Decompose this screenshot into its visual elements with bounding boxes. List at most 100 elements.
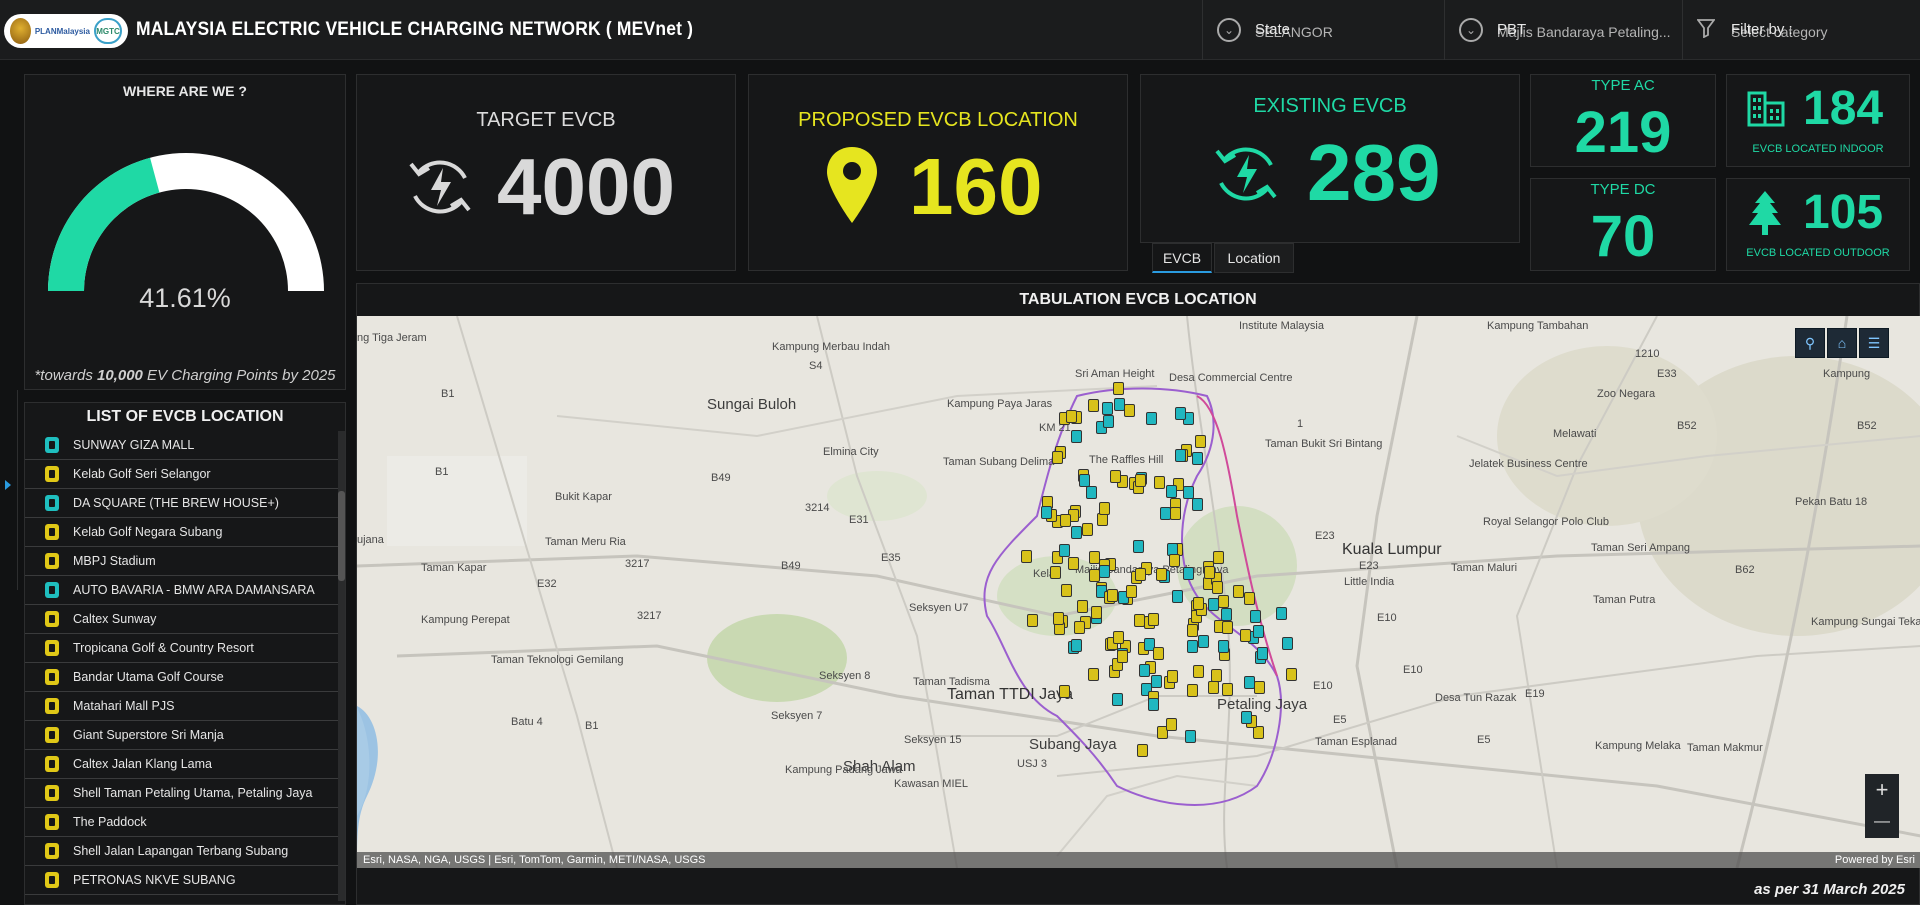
dc-charger-marker[interactable]: [1175, 407, 1186, 420]
ac-charger-marker[interactable]: [1170, 507, 1181, 520]
map-home-button[interactable]: ⌂: [1827, 328, 1857, 358]
dc-charger-marker[interactable]: [1071, 526, 1082, 539]
list-item[interactable]: SUNWAY GIZA MALL: [25, 431, 340, 460]
dc-charger-marker[interactable]: [1172, 590, 1183, 603]
ac-charger-marker[interactable]: [1082, 523, 1093, 536]
ac-charger-marker[interactable]: [1088, 399, 1099, 412]
ac-charger-marker[interactable]: [1233, 585, 1244, 598]
dc-charger-marker[interactable]: [1071, 430, 1082, 443]
ac-charger-marker[interactable]: [1060, 514, 1071, 527]
list-scrollbar[interactable]: [338, 431, 345, 901]
list-item[interactable]: Giant Superstore Sri Manja: [25, 721, 340, 750]
ac-charger-marker[interactable]: [1052, 451, 1063, 464]
ac-charger-marker[interactable]: [1244, 592, 1255, 605]
ac-charger-marker[interactable]: [1222, 683, 1233, 696]
dc-charger-marker[interactable]: [1253, 625, 1264, 638]
ac-charger-marker[interactable]: [1099, 502, 1110, 515]
ac-charger-marker[interactable]: [1208, 681, 1219, 694]
ac-charger-marker[interactable]: [1027, 614, 1038, 627]
ac-charger-marker[interactable]: [1126, 585, 1137, 598]
ac-charger-marker[interactable]: [1021, 550, 1032, 563]
dc-charger-marker[interactable]: [1041, 506, 1052, 519]
dc-charger-marker[interactable]: [1086, 486, 1097, 499]
dc-charger-marker[interactable]: [1198, 635, 1209, 648]
scrollbar-thumb[interactable]: [338, 491, 345, 581]
dc-charger-marker[interactable]: [1079, 474, 1090, 487]
ac-charger-marker[interactable]: [1187, 624, 1198, 637]
pbt-filter[interactable]: ⌄ PBT Majlis Bandaraya Petaling...: [1444, 0, 1682, 60]
ac-charger-marker[interactable]: [1204, 566, 1215, 579]
ac-charger-marker[interactable]: [1074, 621, 1085, 634]
ac-charger-marker[interactable]: [1088, 668, 1099, 681]
ac-charger-marker[interactable]: [1113, 631, 1124, 644]
dc-charger-marker[interactable]: [1099, 565, 1110, 578]
dc-charger-marker[interactable]: [1250, 610, 1261, 623]
dc-charger-marker[interactable]: [1133, 540, 1144, 553]
dc-charger-marker[interactable]: [1151, 675, 1162, 688]
ac-charger-marker[interactable]: [1166, 718, 1177, 731]
dc-charger-marker[interactable]: [1187, 640, 1198, 653]
ac-charger-marker[interactable]: [1193, 597, 1204, 610]
ac-charger-marker[interactable]: [1213, 551, 1224, 564]
dc-charger-marker[interactable]: [1218, 640, 1229, 653]
ac-charger-marker[interactable]: [1113, 382, 1124, 395]
ac-charger-marker[interactable]: [1218, 595, 1229, 608]
ac-charger-marker[interactable]: [1110, 470, 1121, 483]
zoom-in-button[interactable]: +: [1865, 774, 1899, 806]
list-item[interactable]: DA SQUARE (THE BREW HOUSE+): [25, 489, 340, 518]
ac-charger-marker[interactable]: [1059, 685, 1070, 698]
ac-charger-marker[interactable]: [1068, 557, 1079, 570]
list-item[interactable]: Kelab Golf Negara Subang: [25, 518, 340, 547]
ac-charger-marker[interactable]: [1169, 554, 1180, 567]
ac-charger-marker[interactable]: [1148, 613, 1159, 626]
evcb-map[interactable]: Sungai Buloh Kuala Lumpur Taman TTDI Jaya S…: [357, 316, 1920, 868]
list-item[interactable]: Matahari Mall PJS: [25, 692, 340, 721]
ac-charger-marker[interactable]: [1195, 435, 1206, 448]
ac-charger-marker[interactable]: [1154, 476, 1165, 489]
ac-charger-marker[interactable]: [1187, 684, 1198, 697]
ac-charger-marker[interactable]: [1066, 410, 1077, 423]
map-layers-button[interactable]: ☰: [1859, 328, 1889, 358]
dc-charger-marker[interactable]: [1139, 664, 1150, 677]
list-item[interactable]: PETRONAS NKVE SUBANG: [25, 866, 340, 895]
ac-charger-marker[interactable]: [1137, 744, 1148, 757]
list-item[interactable]: Bandar Utama Golf Course: [25, 663, 340, 692]
ac-charger-marker[interactable]: [1077, 600, 1088, 613]
dc-charger-marker[interactable]: [1276, 607, 1287, 620]
zoom-out-button[interactable]: —: [1865, 806, 1899, 838]
dc-charger-marker[interactable]: [1175, 449, 1186, 462]
ac-charger-marker[interactable]: [1135, 568, 1146, 581]
ac-charger-marker[interactable]: [1107, 589, 1118, 602]
dc-charger-marker[interactable]: [1166, 485, 1177, 498]
list-item[interactable]: Tropicana Golf & Country Resort: [25, 634, 340, 663]
list-item[interactable]: Caltex Jalan Klang Lama: [25, 750, 340, 779]
list-item[interactable]: Shell Taman Petaling Utama, Petaling Jay…: [25, 779, 340, 808]
dc-charger-marker[interactable]: [1244, 676, 1255, 689]
dc-charger-marker[interactable]: [1183, 486, 1194, 499]
list-item[interactable]: MBPJ Stadium: [25, 547, 340, 576]
tab-location[interactable]: Location: [1214, 243, 1294, 273]
dc-charger-marker[interactable]: [1059, 544, 1070, 557]
dc-charger-marker[interactable]: [1183, 567, 1194, 580]
dc-charger-marker[interactable]: [1192, 498, 1203, 511]
dc-charger-marker[interactable]: [1112, 693, 1123, 706]
ac-charger-marker[interactable]: [1091, 606, 1102, 619]
dc-charger-marker[interactable]: [1102, 402, 1113, 415]
list-item[interactable]: Shell Jalan Lapangan Terbang Subang: [25, 837, 340, 866]
category-filter[interactable]: Filter by : Select category: [1682, 0, 1920, 60]
ac-charger-marker[interactable]: [1212, 581, 1223, 594]
dc-charger-marker[interactable]: [1282, 637, 1293, 650]
dc-charger-marker[interactable]: [1241, 711, 1252, 724]
ac-charger-marker[interactable]: [1117, 650, 1128, 663]
dc-charger-marker[interactable]: [1148, 698, 1159, 711]
ac-charger-marker[interactable]: [1053, 612, 1064, 625]
dc-charger-marker[interactable]: [1185, 730, 1196, 743]
tab-evcb[interactable]: EVCB: [1152, 243, 1212, 273]
map-search-button[interactable]: ⚲: [1795, 328, 1825, 358]
ac-charger-marker[interactable]: [1240, 629, 1251, 642]
ac-charger-marker[interactable]: [1135, 474, 1146, 487]
list-item[interactable]: The Paddock: [25, 808, 340, 837]
dc-charger-marker[interactable]: [1192, 452, 1203, 465]
ac-charger-marker[interactable]: [1156, 568, 1167, 581]
ac-charger-marker[interactable]: [1193, 665, 1204, 678]
